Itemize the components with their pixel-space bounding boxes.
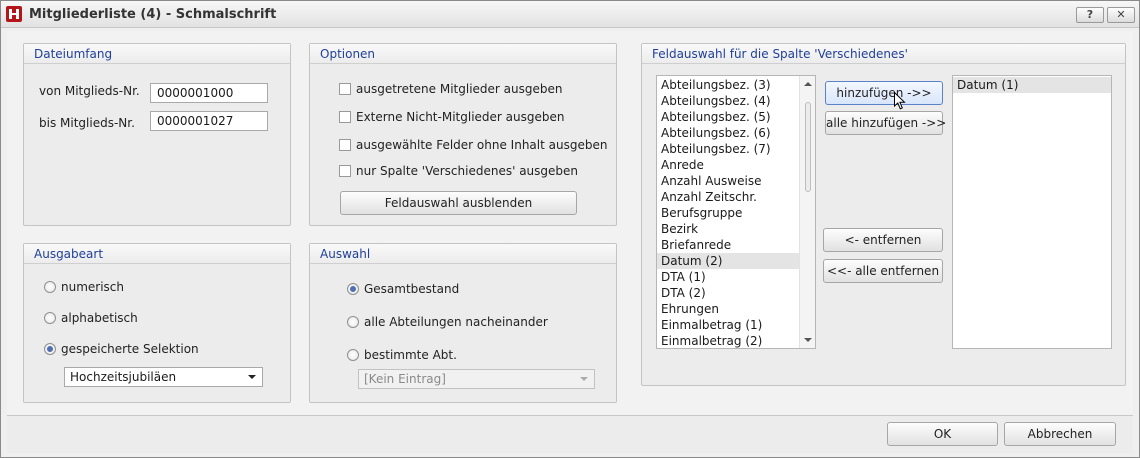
checkbox-label: ausgetretene Mitglieder ausgeben	[356, 82, 563, 96]
checkbox-nur-verschiedenes[interactable]	[339, 165, 351, 177]
mouse-cursor-icon	[894, 91, 906, 113]
group-feldauswahl: Feldauswahl für die Spalte 'Verschiedene…	[641, 43, 1126, 386]
radio-numerisch[interactable]	[44, 281, 56, 293]
available-field-item[interactable]: Abteilungsbez. (6)	[657, 125, 815, 141]
chevron-down-icon	[248, 375, 256, 379]
close-button[interactable]: ✕	[1107, 7, 1135, 23]
available-fields-list[interactable]: Abteilungsbez. (3) Abteilungsbez. (4) Abte…	[656, 75, 816, 349]
radio-label: alphabetisch	[61, 311, 138, 325]
available-field-item[interactable]: Einmalbetrag (1)	[657, 317, 815, 333]
title-bar: Mitgliederliste (4) - Schmalschrift ? ✕	[1, 1, 1139, 28]
add-all-fields-button[interactable]: alle hinzufügen ->>	[825, 111, 946, 135]
checkbox-label: Externe Nicht-Mitglieder ausgeben	[356, 110, 565, 124]
selection-value: Hochzeitsjubiläen	[70, 370, 177, 384]
available-field-item[interactable]: Einmalbetrag (2)	[657, 333, 815, 348]
available-field-item[interactable]: DTA (1)	[657, 269, 815, 285]
chosen-field-item[interactable]: Datum (1)	[953, 77, 1111, 93]
available-field-item[interactable]: Datum (2)	[657, 253, 815, 269]
available-field-item[interactable]: Ehrungen	[657, 301, 815, 317]
scrollbar[interactable]	[799, 76, 815, 348]
group-ausgabeart: Ausgabeart numerisch alphabetisch gespei…	[23, 243, 291, 403]
ok-button[interactable]: OK	[887, 422, 998, 446]
checkbox-label: ausgewählte Felder ohne Inhalt ausgeben	[356, 138, 608, 152]
radio-label: bestimmte Abt.	[364, 348, 457, 362]
available-field-item[interactable]: Abteilungsbez. (3)	[657, 77, 815, 93]
available-field-item[interactable]: Anzahl Ausweise	[657, 173, 815, 189]
dialog-content: Dateiumfang von Mitglieds-Nr. 0000001000…	[7, 31, 1133, 415]
group-title: Feldauswahl für die Spalte 'Verschiedene…	[642, 44, 1125, 64]
checkbox-ohne-inhalt[interactable]	[339, 139, 351, 151]
available-field-item[interactable]: Abteilungsbez. (4)	[657, 93, 815, 109]
dialog-window: Mitgliederliste (4) - Schmalschrift ? ✕ …	[0, 0, 1140, 458]
available-items: Abteilungsbez. (3) Abteilungsbez. (4) Abte…	[657, 76, 815, 348]
remove-all-fields-button[interactable]: <<- alle entfernen	[823, 259, 943, 283]
radio-alle-abteilungen[interactable]	[347, 316, 359, 328]
chosen-items: Datum (1)	[953, 76, 1111, 93]
group-title: Auswahl	[310, 244, 616, 264]
checkbox-label: nur Spalte 'Verschiedenes' ausgeben	[356, 164, 579, 178]
from-member-input[interactable]: 0000001000	[150, 83, 268, 103]
window-title: Mitgliederliste (4) - Schmalschrift	[29, 7, 277, 22]
selection-dropdown[interactable]: Hochzeitsjubiläen	[64, 367, 263, 387]
radio-alphabetisch[interactable]	[44, 312, 56, 324]
app-logo-icon	[6, 6, 22, 22]
to-member-label: bis Mitglieds-Nr.	[39, 116, 135, 130]
cancel-button[interactable]: Abbrechen	[1004, 422, 1116, 446]
radio-gesamtbestand[interactable]	[347, 283, 359, 295]
available-field-item[interactable]: DTA (2)	[657, 285, 815, 301]
radio-label: alle Abteilungen nacheinander	[364, 315, 548, 329]
group-auswahl: Auswahl Gesamtbestand alle Abteilungen n…	[309, 243, 617, 403]
checkbox-ausgetretene[interactable]	[339, 83, 351, 95]
to-member-input[interactable]: 0000001027	[150, 111, 268, 131]
available-field-item[interactable]: Anzahl Zeitschr.	[657, 189, 815, 205]
scroll-up-icon[interactable]	[804, 82, 812, 86]
available-field-item[interactable]: Berufsgruppe	[657, 205, 815, 221]
group-optionen: Optionen ausgetretene Mitglieder ausgebe…	[309, 43, 617, 226]
feldauswahl-ausblenden-button[interactable]: Feldauswahl ausblenden	[340, 191, 577, 215]
radio-label: gespeicherte Selektion	[61, 342, 199, 356]
from-member-label: von Mitglieds-Nr.	[39, 84, 140, 98]
chosen-fields-list[interactable]: Datum (1)	[952, 75, 1112, 349]
group-title: Ausgabeart	[24, 244, 290, 264]
scroll-down-icon[interactable]	[804, 338, 812, 342]
dialog-footer: OK Abbrechen	[7, 415, 1133, 453]
chevron-down-icon	[580, 377, 588, 381]
add-field-button[interactable]: hinzufügen ->>	[825, 81, 943, 105]
available-field-item[interactable]: Abteilungsbez. (5)	[657, 109, 815, 125]
available-field-item[interactable]: Briefanrede	[657, 237, 815, 253]
department-value: [Kein Eintrag]	[364, 372, 446, 386]
radio-label: numerisch	[61, 280, 125, 294]
radio-label: Gesamtbestand	[364, 282, 460, 296]
radio-gespeicherte-selektion[interactable]	[44, 343, 56, 355]
help-button[interactable]: ?	[1076, 7, 1104, 23]
group-title: Dateiumfang	[24, 44, 290, 64]
remove-field-button[interactable]: <- entfernen	[823, 228, 943, 252]
checkbox-externe[interactable]	[339, 111, 351, 123]
department-dropdown[interactable]: [Kein Eintrag]	[358, 369, 595, 389]
available-field-item[interactable]: Bezirk	[657, 221, 815, 237]
group-dateiumfang: Dateiumfang von Mitglieds-Nr. 0000001000…	[23, 43, 291, 226]
radio-bestimmte-abt[interactable]	[347, 349, 359, 361]
group-title: Optionen	[310, 44, 616, 64]
available-field-item[interactable]: Anrede	[657, 157, 815, 173]
available-field-item[interactable]: Abteilungsbez. (7)	[657, 141, 815, 157]
scroll-thumb[interactable]	[805, 102, 811, 192]
